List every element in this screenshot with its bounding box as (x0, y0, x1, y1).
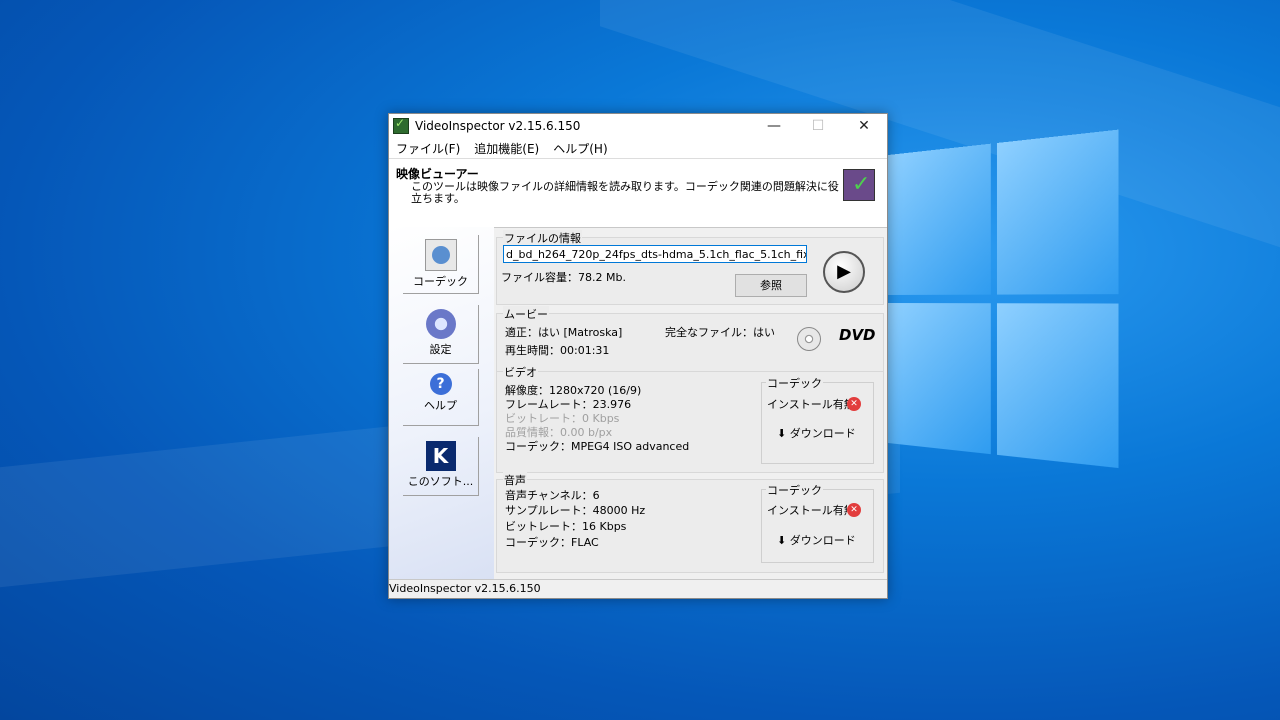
group-label: ファイルの情報 (503, 230, 582, 246)
film-check-icon (843, 169, 875, 201)
download-icon: ⬇ (777, 427, 787, 440)
menu-extras[interactable]: 追加機能(E) (467, 140, 546, 157)
video-group: ビデオ 解像度：1280x720 (16/9) フレームレート：23.976 ビ… (496, 364, 884, 473)
file-size: ファイル容量：78.2 Mb. (501, 271, 626, 284)
download-button[interactable]: ⬇ ダウンロード (777, 425, 856, 441)
status-bar: VideoInspector v2.15.6.150 (389, 579, 887, 598)
movie-group: ムービー 適正：はい [Matroska] 完全なファイル：はい 再生時間：00… (496, 306, 884, 375)
app-icon (393, 116, 409, 134)
download-button[interactable]: ⬇ ダウンロード (777, 532, 856, 548)
group-label: 音声 (503, 472, 527, 488)
window-title: VideoInspector v2.15.6.150 (415, 119, 581, 133)
download-label: ダウンロード (789, 427, 856, 440)
sidebar-item-label: コーデック (413, 275, 468, 288)
sidebar-item-help[interactable]: ? ヘルプ (403, 369, 479, 426)
sidebar-item-label: 設定 (429, 343, 452, 356)
audio-bitrate: ビットレート：16 Kbps (505, 520, 627, 533)
error-x-icon: ✕ (847, 397, 861, 411)
video-codec-box: コーデック インストール有無 ✕ ⬇ ダウンロード (761, 375, 874, 464)
settings-gear-icon (425, 309, 456, 339)
main-panel: ファイルの情報 d_bd_h264_720p_24fps_dts-hdma_5.… (496, 227, 884, 579)
codec-installed: インストール有無 (767, 398, 855, 411)
audio-samplerate: サンプルレート：48000 Hz (505, 504, 646, 517)
codec-box-label: コーデック (766, 375, 823, 391)
group-label: ビデオ (503, 364, 538, 380)
sidebar: コーデック 設定 ? ヘルプ K このソフト... (389, 227, 494, 579)
windows-logo (888, 129, 1119, 471)
menu-file[interactable]: ファイル(F) (389, 140, 467, 157)
header-description: このツールは映像ファイルの詳細情報を読み取ります。コーデック関連の問題解決に役立… (411, 180, 839, 205)
sidebar-item-codec[interactable]: コーデック (403, 235, 479, 294)
sidebar-item-settings[interactable]: 設定 (403, 305, 479, 364)
sidebar-item-label: このソフト... (407, 475, 474, 488)
error-x-icon: ✕ (847, 503, 861, 517)
download-icon: ⬇ (777, 534, 787, 547)
title-bar: VideoInspector v2.15.6.150 — ☐ ✕ (389, 114, 887, 138)
download-label: ダウンロード (789, 534, 856, 547)
about-icon: K (425, 441, 456, 471)
dvd-logo: DVD (839, 326, 876, 344)
browse-button[interactable]: 参照 (735, 274, 807, 297)
header-panel: 映像ビューアー このツールは映像ファイルの詳細情報を読み取ります。コーデック関連… (389, 159, 887, 228)
audio-codec-box: コーデック インストール有無 ✕ ⬇ ダウンロード (761, 482, 874, 563)
sidebar-item-about[interactable]: K このソフト... (403, 437, 479, 496)
audio-codec: コーデック：FLAC (505, 536, 599, 549)
codec-icon (424, 239, 457, 271)
play-button[interactable]: ▶ (823, 251, 865, 293)
video-codec: コーデック：MPEG4 ISO advanced (505, 440, 690, 453)
disc-icon (797, 327, 821, 351)
play-icon: ▶ (837, 261, 851, 282)
movie-duration: 再生時間：00:01:31 (505, 344, 610, 357)
videoinspector-window: VideoInspector v2.15.6.150 — ☐ ✕ ファイル(F)… (388, 113, 888, 599)
audio-group: 音声 音声チャンネル：6 サンプルレート：48000 Hz ビットレート：16 … (496, 472, 884, 573)
group-label: ムービー (503, 306, 549, 322)
audio-channels: 音声チャンネル：6 (505, 489, 600, 502)
menu-help[interactable]: ヘルプ(H) (546, 140, 614, 157)
menu-bar: ファイル(F) 追加機能(E) ヘルプ(H) (389, 138, 887, 159)
sidebar-item-label: ヘルプ (424, 399, 457, 412)
file-path-field[interactable]: d_bd_h264_720p_24fps_dts-hdma_5.1ch_flac… (503, 245, 807, 263)
minimize-button[interactable]: — (751, 114, 797, 138)
movie-valid: 適正：はい [Matroska] (505, 326, 623, 339)
movie-complete: 完全なファイル：はい (665, 326, 775, 339)
maximize-button[interactable]: ☐ (795, 114, 841, 138)
help-icon: ? (429, 373, 452, 395)
codec-box-label: コーデック (766, 482, 823, 498)
codec-installed: インストール有無 (767, 504, 847, 517)
file-info-group: ファイルの情報 d_bd_h264_720p_24fps_dts-hdma_5.… (496, 230, 884, 305)
close-button[interactable]: ✕ (841, 114, 887, 138)
